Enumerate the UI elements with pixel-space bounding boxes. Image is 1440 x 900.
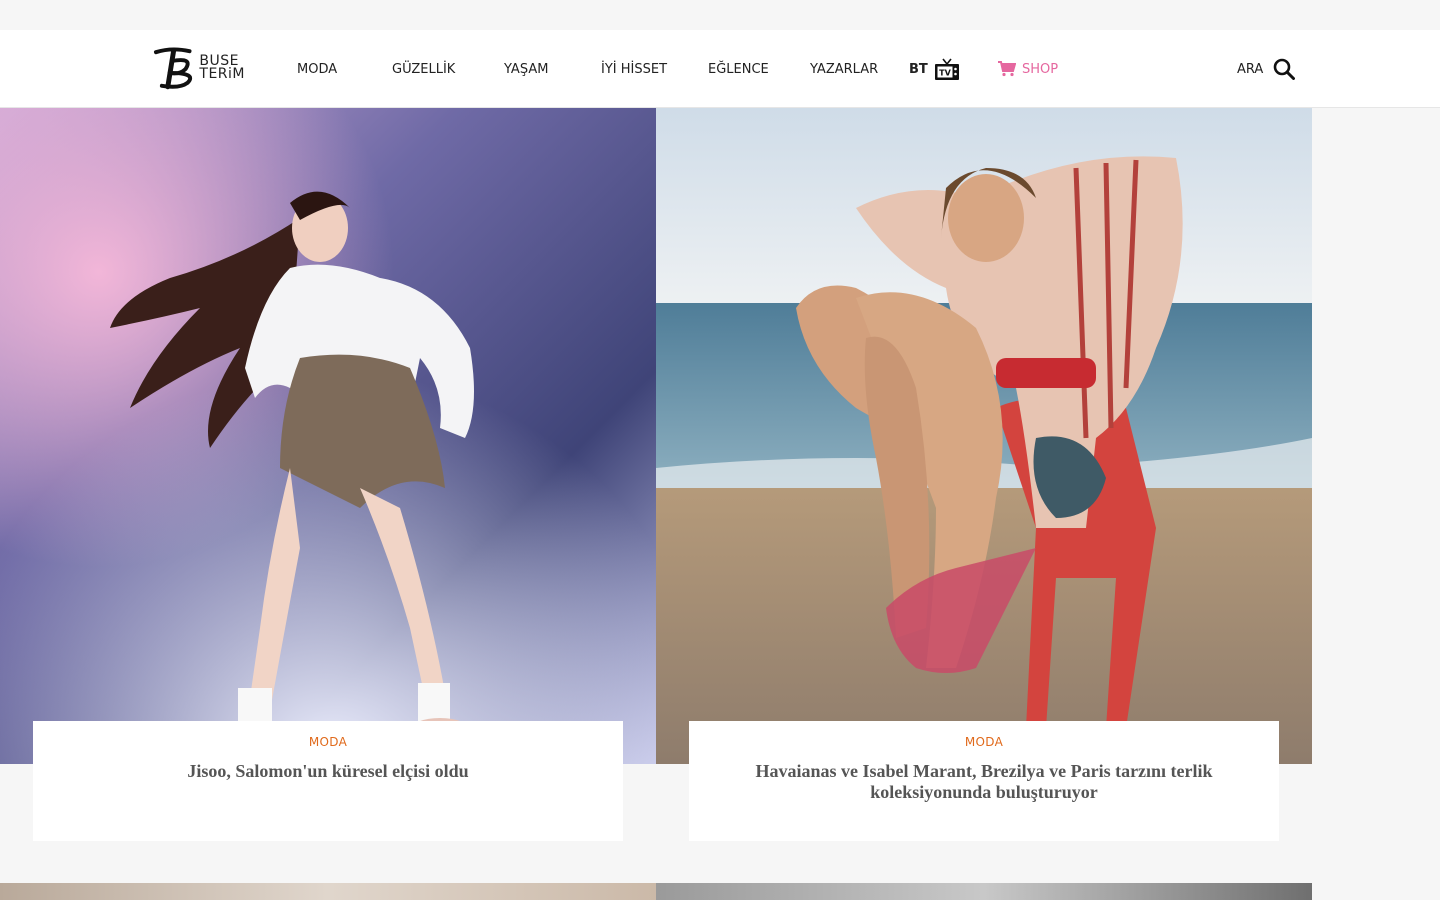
- article-image[interactable]: [0, 108, 656, 764]
- article-card[interactable]: MODA Jisoo, Salomon'un küresel elçisi ol…: [0, 108, 656, 843]
- logo-line-2: TERiM: [199, 66, 245, 82]
- tv-icon: TV: [934, 58, 959, 80]
- article-card[interactable]: MODA Havaianas ve Isabel Marant, Brezily…: [656, 108, 1312, 843]
- article-caption: MODA Jisoo, Salomon'un küresel elçisi ol…: [33, 721, 623, 841]
- article-image[interactable]: [0, 883, 656, 900]
- nav-item-moda[interactable]: MODA: [297, 30, 337, 108]
- logo-text: BUSE TERiM: [199, 54, 245, 82]
- shopping-cart-icon: [998, 61, 1016, 77]
- article-title[interactable]: Havaianas ve Isabel Marant, Brezilya ve …: [734, 761, 1234, 803]
- bt-label: BT: [909, 61, 928, 77]
- nav-item-yasam[interactable]: YAŞAM: [504, 30, 548, 108]
- site-logo[interactable]: BUSE TERiM: [150, 43, 245, 93]
- site-header: BUSE TERiM MODA GÜZELLİK YAŞAM İYİ HİSSE…: [0, 30, 1440, 108]
- nav-item-shop[interactable]: SHOP: [998, 30, 1058, 108]
- search-icon: [1273, 58, 1296, 80]
- nav-item-guzellik[interactable]: GÜZELLİK: [392, 30, 455, 108]
- top-strip: [0, 0, 1440, 30]
- article-category[interactable]: MODA: [689, 735, 1279, 749]
- article-title[interactable]: Jisoo, Salomon'un küresel elçisi oldu: [78, 761, 578, 782]
- next-row-images: [0, 883, 1312, 900]
- nav-item-iyi-hisset[interactable]: İYİ HİSSET: [601, 30, 667, 108]
- article-image[interactable]: [656, 883, 1312, 900]
- article-category[interactable]: MODA: [33, 735, 623, 749]
- nav-item-bt-tv[interactable]: BT TV: [909, 30, 960, 108]
- logo-mark-icon: [153, 47, 193, 90]
- tv-icon-label: TV: [939, 69, 951, 78]
- article-image[interactable]: [656, 108, 1312, 764]
- nav-item-yazarlar[interactable]: YAZARLAR: [810, 30, 878, 108]
- search-button[interactable]: ARA: [1237, 30, 1296, 108]
- shop-label: SHOP: [1022, 61, 1059, 77]
- article-caption: MODA Havaianas ve Isabel Marant, Brezily…: [689, 721, 1279, 841]
- search-label: ARA: [1237, 61, 1264, 77]
- nav-item-eglence[interactable]: EĞLENCE: [708, 30, 769, 108]
